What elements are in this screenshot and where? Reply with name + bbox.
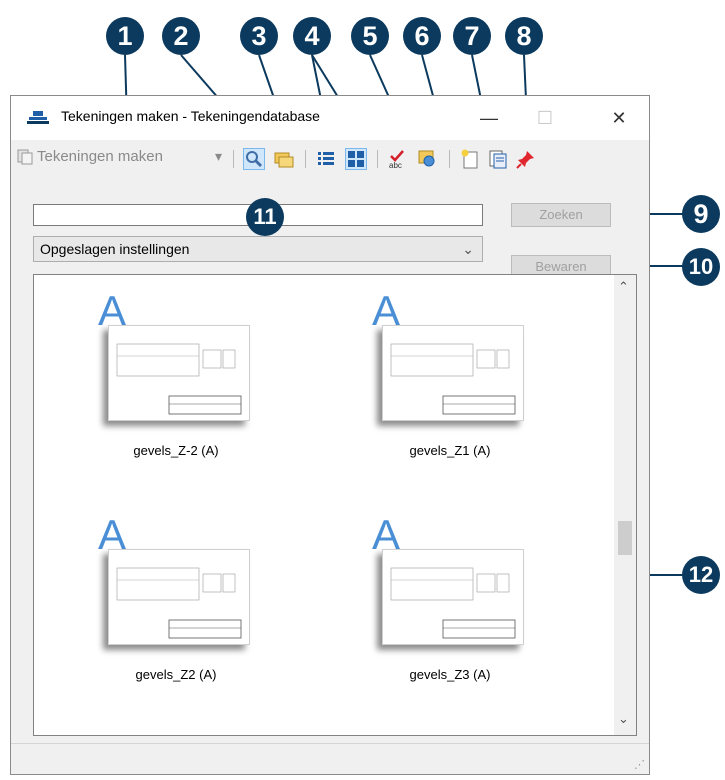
maximize-button[interactable]: ☐	[525, 104, 565, 132]
drawing-preview	[382, 549, 524, 645]
toolbar-separator	[377, 150, 378, 168]
search-button[interactable]: Zoeken	[511, 203, 611, 227]
spellcheck-icon[interactable]: abc	[387, 148, 409, 170]
title-bar[interactable]: Tekeningen maken - Tekeningendatabase — …	[11, 96, 649, 140]
drawing-thumbnail[interactable]: A gevels_Z3 (A)	[370, 511, 530, 691]
drawing-name: gevels_Z1 (A)	[409, 443, 491, 458]
svg-text:abc: abc	[389, 161, 402, 170]
close-button[interactable]: ✕	[599, 104, 639, 132]
drawing-preview	[108, 549, 250, 645]
drawing-thumbnail[interactable]: A gevels_Z-2 (A)	[96, 287, 256, 467]
status-bar: ⋰	[11, 743, 649, 774]
drawing-thumbnail[interactable]: A gevels_Z2 (A)	[96, 511, 256, 691]
app-logo-icon	[27, 109, 49, 125]
folder-icon[interactable]	[273, 148, 295, 170]
drawing-thumbnail-list[interactable]: A gevels_Z-2 (A) A gevels_Z1 (A) A gevel…	[33, 274, 637, 736]
thumbnail-view-icon[interactable]	[345, 148, 367, 170]
vertical-scrollbar[interactable]: ⌃ ⌄	[614, 275, 636, 735]
pin-icon[interactable]	[515, 148, 537, 170]
scrollbar-thumb[interactable]	[618, 521, 632, 555]
callout-10: 10	[682, 248, 720, 286]
callout-9: 9	[682, 195, 720, 233]
drawing-preview	[382, 325, 524, 421]
callout-12: 12	[682, 556, 720, 594]
saved-settings-value: Opgeslagen instellingen	[40, 241, 190, 257]
mode-dropdown[interactable]: Tekeningen maken ▾	[17, 147, 229, 169]
new-document-icon[interactable]	[459, 148, 481, 170]
drawing-name: gevels_Z-2 (A)	[133, 443, 219, 458]
toolbar: Tekeningen maken ▾ abc	[11, 140, 649, 174]
saved-settings-select[interactable]: Opgeslagen instellingen ⌄	[33, 236, 483, 262]
scroll-down-icon[interactable]: ⌄	[618, 711, 629, 727]
drawing-name: gevels_Z2 (A)	[135, 667, 217, 682]
minimize-button[interactable]: —	[469, 104, 509, 132]
drawing-name: gevels_Z3 (A)	[409, 667, 491, 682]
list-view-icon[interactable]	[315, 148, 337, 170]
callout-11: 11	[246, 198, 284, 236]
search-icon[interactable]	[243, 148, 265, 170]
toolbar-separator	[305, 150, 306, 168]
drawing-preview	[108, 325, 250, 421]
app-window: Tekeningen maken - Tekeningendatabase — …	[10, 95, 650, 775]
scroll-up-icon[interactable]: ⌃	[618, 279, 629, 295]
toolbar-separator	[449, 150, 450, 168]
window-title: Tekeningen maken - Tekeningendatabase	[61, 108, 320, 124]
replace-icon[interactable]	[417, 148, 439, 170]
resize-grip-icon[interactable]: ⋰	[634, 758, 645, 771]
drawing-mode-icon	[17, 149, 33, 165]
chevron-down-icon: ▾	[215, 148, 223, 164]
mode-dropdown-label: Tekeningen maken	[37, 148, 163, 165]
document-properties-icon[interactable]	[487, 148, 509, 170]
chevron-down-icon: ⌄	[462, 241, 474, 257]
drawing-thumbnail[interactable]: A gevels_Z1 (A)	[370, 287, 530, 467]
toolbar-separator	[233, 150, 234, 168]
